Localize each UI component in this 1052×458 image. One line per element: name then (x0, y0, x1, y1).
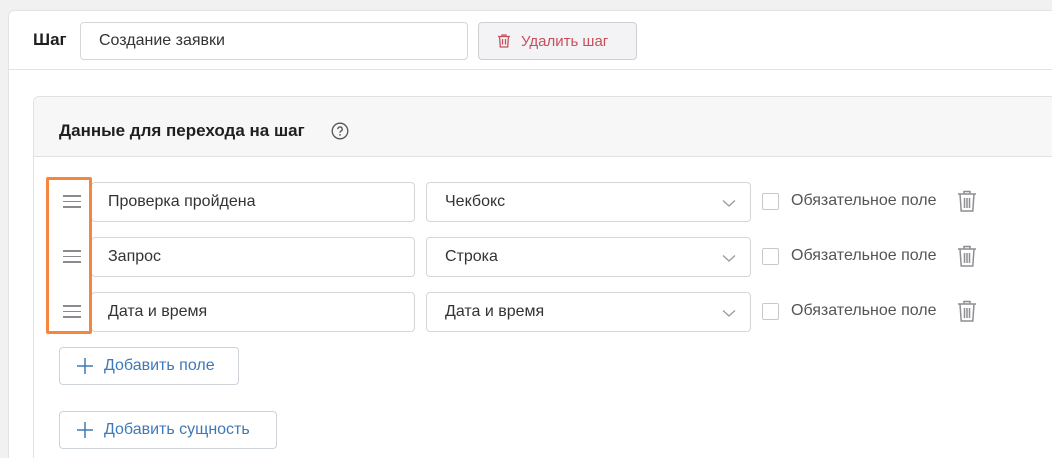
field-type-value: Чекбокс (445, 193, 506, 210)
field-row: Строка Обязательное поле (0, 237, 1052, 277)
field-row: Чекбокс Обязательное поле (0, 182, 1052, 222)
chevron-down-icon (722, 255, 736, 262)
add-field-button[interactable]: Добавить поле (59, 347, 239, 385)
required-label: Обязательное поле (791, 302, 937, 319)
required-checkbox[interactable] (762, 248, 779, 265)
transition-data-card: Данные для перехода на шаг (33, 96, 1052, 458)
card-header: Данные для перехода на шаг (34, 97, 1052, 157)
required-label: Обязательное поле (791, 247, 937, 264)
trash-icon[interactable] (957, 189, 977, 213)
add-entity-label: Добавить сущность (104, 421, 250, 438)
required-checkbox[interactable] (762, 303, 779, 320)
drag-handles-highlight (46, 177, 92, 334)
card-title: Данные для перехода на шаг (59, 121, 305, 140)
delete-step-label: Удалить шаг (521, 32, 609, 50)
field-type-value: Строка (445, 248, 498, 265)
step-header: Шаг Удалить шаг (8, 10, 1052, 70)
add-field-label: Добавить поле (104, 357, 215, 374)
required-label: Обязательное поле (791, 192, 937, 209)
field-type-select[interactable]: Дата и время (426, 292, 751, 332)
plus-icon (77, 358, 93, 374)
chevron-down-icon (722, 310, 736, 317)
field-name-input[interactable] (91, 292, 415, 332)
add-entity-button[interactable]: Добавить сущность (59, 411, 277, 449)
field-name-input[interactable] (91, 182, 415, 222)
field-type-select[interactable]: Строка (426, 237, 751, 277)
trash-icon[interactable] (957, 299, 977, 323)
field-type-select[interactable]: Чекбокс (426, 182, 751, 222)
field-row: Дата и время Обязательное поле (0, 292, 1052, 332)
field-name-input[interactable] (91, 237, 415, 277)
trash-icon[interactable] (957, 244, 977, 268)
chevron-down-icon (722, 200, 736, 207)
step-label: Шаг (33, 30, 67, 49)
required-checkbox[interactable] (762, 193, 779, 210)
delete-step-button[interactable]: Удалить шаг (478, 22, 637, 60)
plus-icon (77, 422, 93, 438)
trash-icon (498, 34, 510, 48)
field-type-value: Дата и время (445, 303, 545, 320)
question-circle-icon[interactable] (331, 122, 349, 140)
step-name-input[interactable] (80, 22, 468, 60)
